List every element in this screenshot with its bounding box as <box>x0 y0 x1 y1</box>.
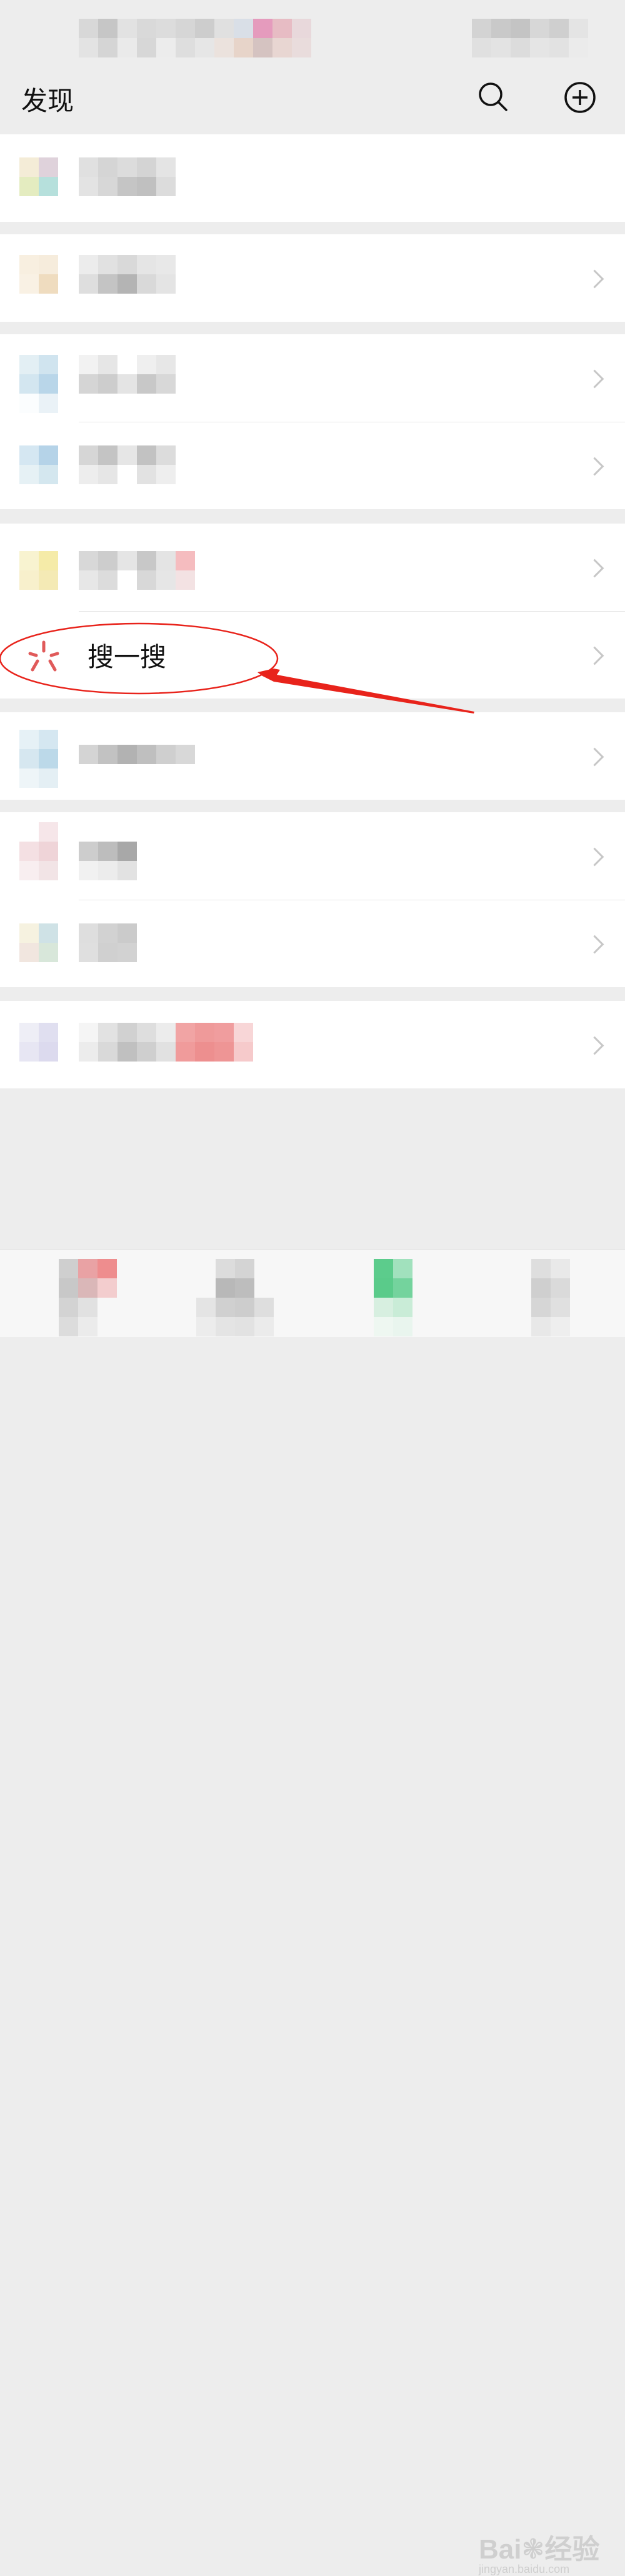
blurred-icon <box>19 923 58 962</box>
blurred-icon <box>19 1023 58 1062</box>
blurred-label <box>79 157 176 196</box>
blurred-icon <box>19 355 58 413</box>
plus-circle-icon[interactable] <box>564 81 596 114</box>
chevron-right-icon <box>585 457 604 476</box>
tab-contacts[interactable] <box>196 1259 274 1336</box>
search-icon[interactable] <box>478 81 509 112</box>
bottom-tab-bar: Bai❃经验 jingyan.baidu.com <box>0 1250 625 2575</box>
menu-row-2[interactable] <box>0 234 625 322</box>
menu-row-1[interactable] <box>0 134 625 222</box>
menu-row-5[interactable] <box>0 524 625 611</box>
pointer-arrow <box>258 669 474 714</box>
chevron-right-icon <box>585 1036 604 1055</box>
watermark-url: jingyan.baidu.com <box>479 2563 570 2575</box>
blurred-icon <box>19 730 58 788</box>
blurred-icon <box>19 551 58 590</box>
tab-me[interactable] <box>531 1259 570 1336</box>
top-header: 发现 <box>0 0 625 132</box>
blurred-icon <box>19 255 58 294</box>
chevron-right-icon <box>585 559 604 578</box>
menu-row-4[interactable] <box>0 422 625 509</box>
tab-discover[interactable] <box>374 1259 412 1336</box>
blurred-label <box>79 551 195 590</box>
menu-row-3[interactable] <box>0 334 625 422</box>
tab-chats[interactable] <box>59 1259 117 1336</box>
blurred-label <box>79 255 176 294</box>
blurred-label <box>79 1023 253 1062</box>
menu-row-7[interactable] <box>0 712 625 800</box>
blurred-label <box>79 445 176 484</box>
highlight-ellipse <box>0 622 279 695</box>
watermark-brand: Bai <box>479 2534 522 2565</box>
menu-group-1 <box>0 134 625 222</box>
menu-group-7 <box>0 1001 625 1088</box>
page-title: 发现 <box>21 86 74 116</box>
menu-group-2 <box>0 234 625 322</box>
watermark-suffix: 经验 <box>544 2534 600 2565</box>
menu-row-9[interactable] <box>0 900 625 987</box>
menu-group-5 <box>0 712 625 800</box>
blurred-label <box>79 745 195 764</box>
chevron-right-icon <box>585 646 604 665</box>
baidu-watermark: Bai❃经验 jingyan.baidu.com <box>479 2527 599 2576</box>
menu-row-8[interactable] <box>0 812 625 900</box>
menu-row-10[interactable] <box>0 1001 625 1088</box>
chevron-right-icon <box>585 269 604 289</box>
paw-icon: ❃ <box>521 2534 545 2565</box>
chevron-right-icon <box>585 847 604 867</box>
blurred-icon <box>19 445 58 484</box>
chevron-right-icon <box>585 747 604 767</box>
status-bar-blur-right <box>472 19 588 57</box>
status-bar-blur-left <box>79 19 311 57</box>
blurred-label <box>79 923 137 962</box>
menu-group-6 <box>0 812 625 987</box>
menu-group-3 <box>0 334 625 509</box>
chevron-right-icon <box>585 935 604 954</box>
chevron-right-icon <box>585 369 604 389</box>
blurred-label <box>79 355 176 394</box>
blurred-label <box>79 842 137 880</box>
annotation-overlay <box>0 622 474 714</box>
blurred-icon <box>19 157 58 196</box>
blurred-icon <box>19 822 58 880</box>
